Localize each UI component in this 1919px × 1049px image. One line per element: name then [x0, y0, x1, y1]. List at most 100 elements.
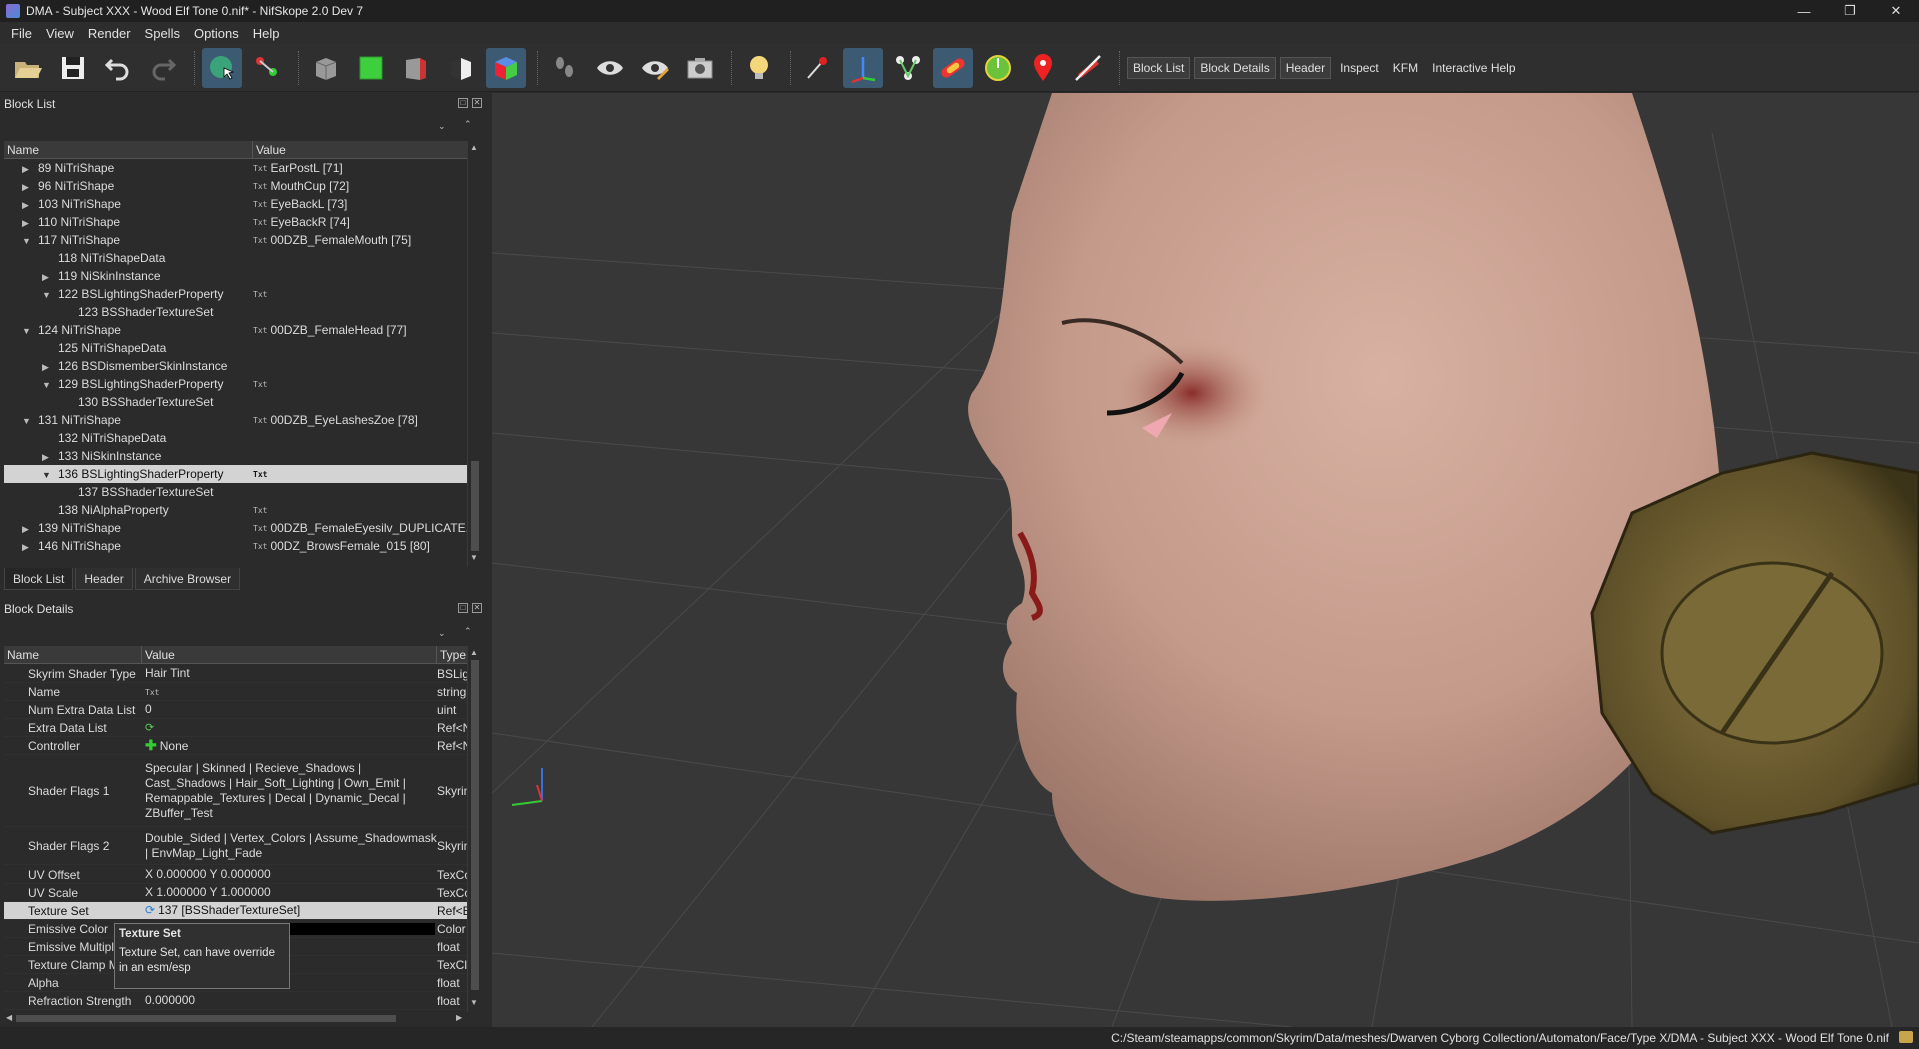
float-icon[interactable]: □ — [458, 98, 468, 108]
save-button[interactable] — [53, 48, 93, 88]
block-details-scrollbar[interactable]: ▲ ▼ — [467, 646, 481, 1012]
close-panel-icon[interactable]: ✕ — [472, 603, 482, 613]
scroll-left-icon[interactable]: ◀ — [6, 1013, 12, 1022]
collapsed-arrow-icon[interactable]: ▶ — [22, 182, 29, 193]
show-markers-button[interactable] — [1023, 48, 1063, 88]
lighting-button[interactable] — [739, 48, 779, 88]
block-list-scrollbar[interactable]: ▲ ▼ — [467, 141, 481, 567]
tree-row[interactable]: ▶ 89 NiTriShape Txt EarPostL [71] — [4, 159, 467, 177]
tree-row[interactable]: 132 NiTriShapeData — [4, 429, 467, 447]
tree-row[interactable]: ▶ 103 NiTriShape Txt EyeBackL [73] — [4, 195, 467, 213]
load-button[interactable] — [8, 48, 48, 88]
toolbar-kfm-toggle[interactable]: KFM — [1388, 58, 1423, 78]
restore-icon[interactable]: ❐ — [1827, 0, 1873, 22]
tree-row[interactable]: ▼ 131 NiTriShape Txt 00DZB_EyeLashesZoe [78… — [4, 411, 467, 429]
float-icon[interactable]: □ — [458, 603, 468, 613]
menu-options[interactable]: Options — [187, 26, 246, 41]
expanded-arrow-icon[interactable]: ▼ — [22, 416, 31, 426]
tree-row[interactable]: ▶ 96 NiTriShape Txt MouthCup [72] — [4, 177, 467, 195]
expanded-arrow-icon[interactable]: ▼ — [22, 326, 31, 336]
tree-row[interactable]: ▶ 133 NiSkinInstance — [4, 447, 467, 465]
detail-row-uv-offset[interactable]: UV Offset X 0.000000 Y 0.000000 TexCo — [4, 866, 467, 884]
toolbar-header-toggle[interactable]: Header — [1279, 56, 1332, 79]
scroll-up-icon[interactable]: ▲ — [470, 648, 478, 657]
scroll-thumb[interactable] — [16, 1015, 396, 1022]
view-perspective-button[interactable] — [306, 48, 346, 88]
detail-row-num-extra-data[interactable]: Num Extra Data List 0 uint — [4, 701, 467, 719]
view-front-button[interactable] — [351, 48, 391, 88]
detail-row-shader-flags-1[interactable]: Shader Flags 1 Specular | Skinned | Reci… — [4, 755, 467, 827]
expanded-arrow-icon[interactable]: ▼ — [42, 290, 51, 300]
detail-row-name[interactable]: Name Txt string — [4, 683, 467, 701]
show-collision-button[interactable] — [933, 47, 973, 88]
show-skeleton-button[interactable] — [888, 48, 928, 88]
menu-render[interactable]: Render — [81, 26, 138, 41]
tree-row[interactable]: 130 BSShaderTextureSet — [4, 393, 467, 411]
view-top-button[interactable] — [441, 48, 481, 88]
tree-row[interactable]: ▼ 124 NiTriShape Txt 00DZB_FemaleHead [77] — [4, 321, 467, 339]
col-name-header[interactable]: Name — [4, 646, 142, 663]
toolbar-block-list-toggle[interactable]: Block List — [1127, 56, 1191, 79]
transform-axes-button[interactable] — [843, 47, 883, 88]
tree-row[interactable]: 118 NiTriShapeData — [4, 249, 467, 267]
scroll-down-icon[interactable]: ▼ — [470, 553, 478, 562]
tab-block-list[interactable]: Block List — [4, 568, 74, 590]
minimize-icon[interactable]: — — [1781, 0, 1827, 22]
tree-row[interactable]: ▶ 139 NiTriShape Txt 00DZB_FemaleEyesilv_DU… — [4, 519, 467, 537]
tree-row[interactable]: ▶ 119 NiSkinInstance — [4, 267, 467, 285]
tree-row[interactable]: ▼ 117 NiTriShape Txt 00DZB_FemaleMouth [75] — [4, 231, 467, 249]
block-details-hscrollbar[interactable]: ◀ ▶ — [4, 1012, 467, 1025]
menu-view[interactable]: View — [39, 26, 81, 41]
tree-row[interactable]: 138 NiAlphaProperty Txt — [4, 501, 467, 519]
tab-header[interactable]: Header — [75, 568, 133, 590]
view-side-button[interactable] — [396, 48, 436, 88]
redo-button[interactable] — [143, 48, 183, 88]
screenshot-button[interactable] — [680, 48, 720, 88]
scroll-thumb[interactable] — [471, 660, 479, 990]
close-panel-icon[interactable]: ✕ — [472, 98, 482, 108]
expanded-arrow-icon[interactable]: ▼ — [42, 380, 51, 390]
tab-archive-browser[interactable]: Archive Browser — [134, 568, 241, 590]
hide-markers-button[interactable] — [1068, 48, 1108, 88]
collapsed-arrow-icon[interactable]: ▶ — [22, 524, 29, 535]
scroll-right-icon[interactable]: ▶ — [456, 1013, 462, 1022]
menu-spells[interactable]: Spells — [138, 26, 187, 41]
expand-all-icon[interactable]: ⌃ — [464, 119, 472, 130]
detail-row-shader-type[interactable]: Skyrim Shader Type Hair Tint BSLig — [4, 665, 467, 683]
detail-row-shader-flags-2[interactable]: Shader Flags 2 Double_Sided | Vertex_Col… — [4, 827, 467, 865]
tree-row[interactable]: 123 BSShaderTextureSet — [4, 303, 467, 321]
collapsed-arrow-icon[interactable]: ▶ — [22, 542, 29, 553]
tree-row[interactable]: ▶ 146 NiTriShape Txt 00DZ_BrowsFemale_015 [… — [4, 537, 467, 555]
collapsed-arrow-icon[interactable]: ▶ — [42, 272, 49, 283]
tree-row[interactable]: ▶ 110 NiTriShape Txt EyeBackR [74] — [4, 213, 467, 231]
menu-help[interactable]: Help — [246, 26, 287, 41]
walk-mode-button[interactable] — [545, 48, 585, 88]
toolbar-block-details-toggle[interactable]: Block Details — [1194, 56, 1276, 79]
detail-row-texture-set[interactable]: Texture Set ⟳ 137 [BSShaderTextureSet] Re… — [4, 902, 467, 920]
collapse-all-icon[interactable]: ⌄ — [438, 121, 446, 132]
menu-file[interactable]: File — [4, 26, 39, 41]
expand-all-icon[interactable]: ⌃ — [464, 626, 472, 637]
collapsed-arrow-icon[interactable]: ▶ — [22, 200, 29, 211]
select-object-button[interactable] — [202, 47, 242, 88]
close-icon[interactable]: ✕ — [1873, 0, 1919, 22]
select-vertex-button[interactable] — [247, 48, 287, 88]
tree-row[interactable]: ▼ 136 BSLightingShaderProperty Txt — [4, 465, 467, 483]
scroll-thumb[interactable] — [471, 461, 479, 551]
tree-row[interactable]: ▶ 126 BSDismemberSkinInstance — [4, 357, 467, 375]
detail-row-refraction-strength[interactable]: Refraction Strength 0.000000 float — [4, 992, 467, 1010]
render-viewport[interactable] — [492, 93, 1919, 1027]
detail-row-extra-data-list[interactable]: Extra Data List ⟳ Ref<N — [4, 719, 467, 737]
collapsed-arrow-icon[interactable]: ▶ — [22, 164, 29, 175]
toolbar-interactive-help-toggle[interactable]: Interactive Help — [1427, 58, 1520, 78]
detail-row-controller[interactable]: Controller ✚None Ref<N — [4, 737, 467, 755]
scroll-up-icon[interactable]: ▲ — [470, 143, 478, 152]
scroll-down-icon[interactable]: ▼ — [470, 998, 478, 1007]
collapsed-arrow-icon[interactable]: ▶ — [42, 362, 49, 373]
view-user-button[interactable] — [486, 47, 526, 88]
show-nodes-button[interactable] — [635, 48, 675, 88]
collapsed-arrow-icon[interactable]: ▶ — [22, 218, 29, 229]
collapse-all-icon[interactable]: ⌄ — [438, 628, 446, 639]
show-constraints-button[interactable] — [978, 48, 1018, 88]
tree-row[interactable]: 125 NiTriShapeData — [4, 339, 467, 357]
